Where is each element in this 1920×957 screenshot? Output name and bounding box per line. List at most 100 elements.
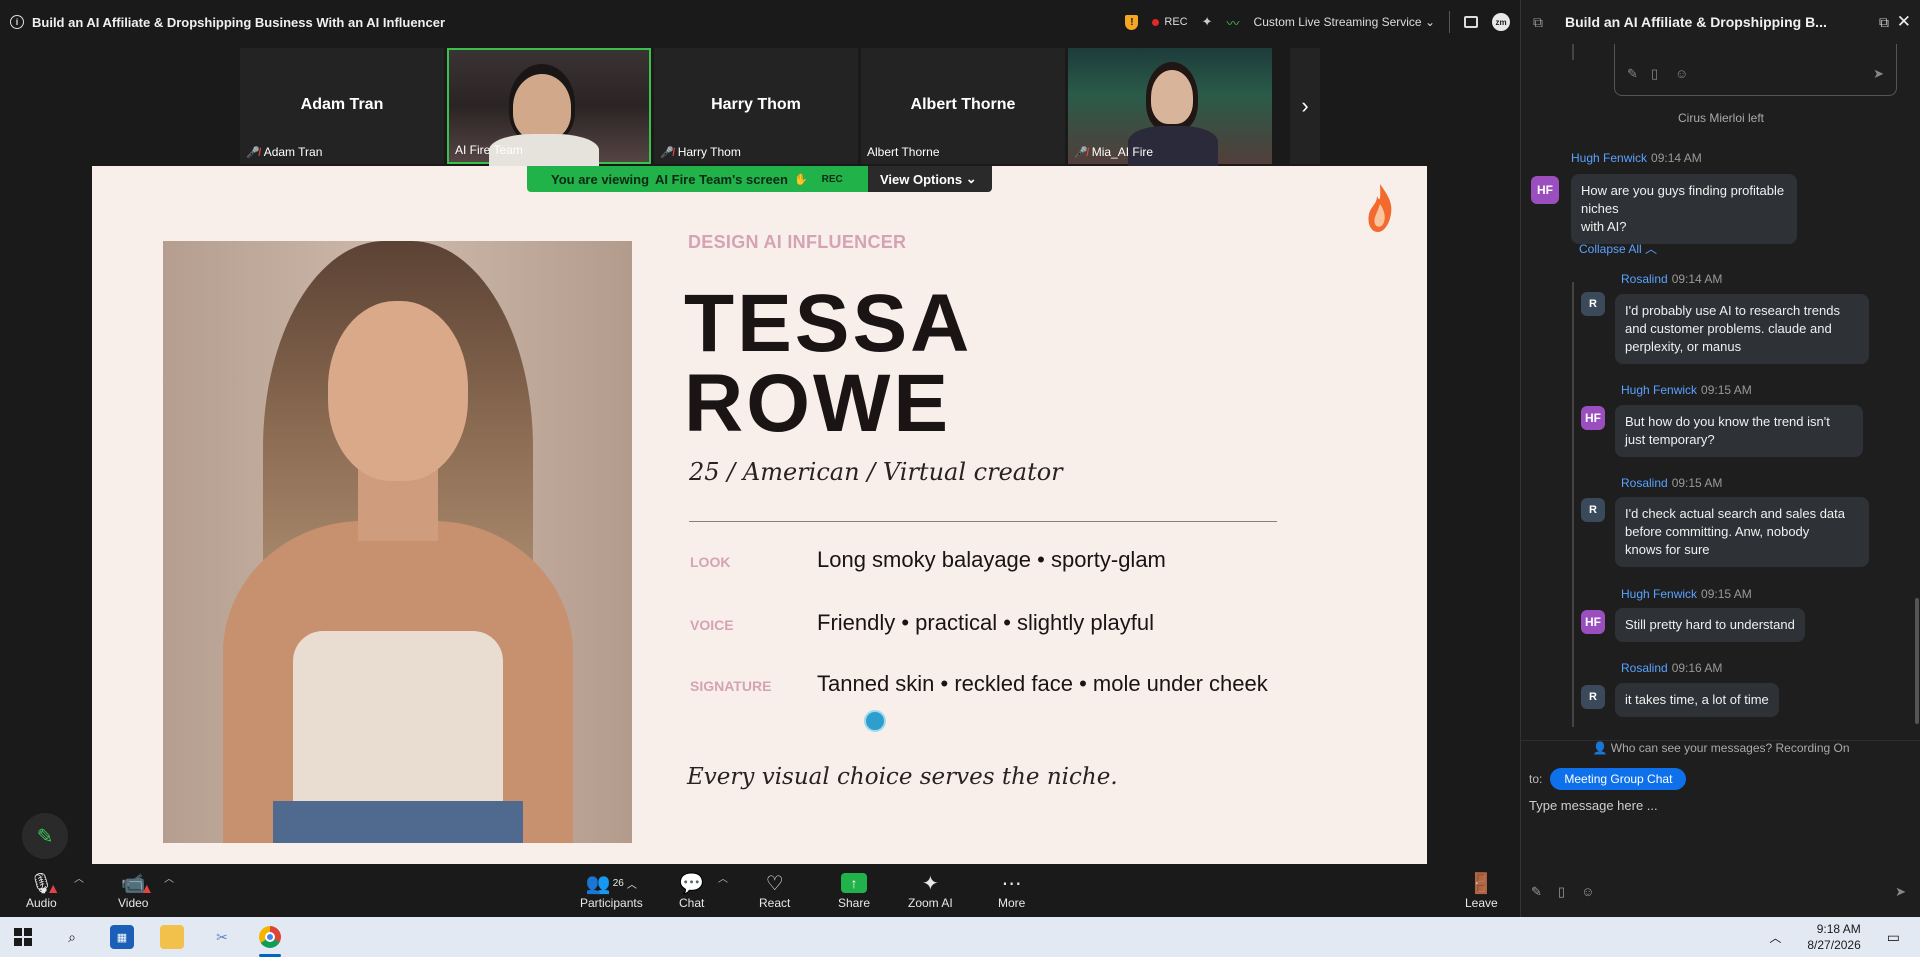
thread-reply-box[interactable]: ✎ ▯ ☺ ➤	[1614, 44, 1897, 96]
participants-button[interactable]: 👥 26 ︿ Participants	[580, 870, 643, 911]
slide-row-label: VOICE	[690, 617, 734, 633]
popout-icon[interactable]: ⧉	[1879, 14, 1889, 31]
message-bubble[interactable]: I'd probably use AI to research trends a…	[1615, 294, 1869, 364]
video-button[interactable]: 📹 ▲ Video	[118, 870, 154, 911]
chat-bubble-icon: 💬	[679, 872, 705, 895]
more-button[interactable]: ⋯ More	[998, 870, 1025, 911]
chat-title: Build an AI Affiliate & Dropshipping B..…	[1565, 14, 1827, 30]
who-can-see-link[interactable]: 👤 Who can see your messages? Recording O…	[1521, 740, 1920, 755]
view-options-dropdown[interactable]: View Options ⌄	[868, 166, 992, 192]
meeting-controls-toolbar: 🎙 ▲ Audio ︿ 📹 ▲ Video ︿ 👥 26 ︿ Participants …	[0, 864, 1520, 917]
participant-name-tag: AI Fire Team	[455, 143, 523, 157]
notification-icon[interactable]: ▭	[1887, 929, 1900, 946]
message-line: Still pretty hard to understand	[1625, 617, 1795, 632]
zoom-ai-button[interactable]: ✦ Zoom AI	[908, 870, 953, 911]
message-bubble[interactable]: I'd check actual search and sales data b…	[1615, 497, 1869, 567]
message-line: with AI?	[1581, 219, 1627, 234]
system-tray: ︿ 9:18 AM 8/27/2026 ▭	[1769, 921, 1900, 953]
chat-scrollbar[interactable]	[1915, 598, 1919, 724]
snipping-tool-icon[interactable]: ✂	[210, 925, 234, 949]
chat-label: Chat	[679, 896, 705, 910]
participant-name: Adam Tran	[263, 145, 323, 159]
sender-name: Hugh Fenwick	[1621, 383, 1698, 397]
rec-label: REC	[1164, 16, 1188, 28]
security-shield-icon[interactable]: !	[1125, 14, 1139, 30]
message-line: and customer problems. claude and	[1625, 321, 1832, 336]
chat-button[interactable]: 💬 Chat	[679, 870, 705, 911]
recording-indicator[interactable]: REC	[1152, 16, 1188, 28]
participant-name-tag: Albert Thorne	[867, 145, 940, 159]
annotate-pen-icon[interactable]: ✎	[22, 813, 68, 859]
recipient-row: to: Meeting Group Chat	[1529, 768, 1687, 790]
participant-center-name: Adam Tran	[300, 96, 384, 113]
audio-options-caret-icon[interactable]: ︿	[74, 870, 84, 885]
message-input[interactable]: Type message here ...	[1529, 798, 1658, 813]
influencer-portrait-image	[163, 241, 632, 843]
leave-button[interactable]: 🚪 Leave	[1465, 870, 1498, 911]
sender-name: Rosalind	[1621, 661, 1668, 675]
message-line: I'd probably use AI to research trends	[1625, 303, 1840, 318]
mic-muted-icon: 🎤̸	[1074, 146, 1088, 159]
format-icon[interactable]: ✎	[1627, 66, 1638, 82]
close-icon[interactable]: ✕	[1897, 12, 1911, 32]
brand-flame-icon	[1368, 184, 1392, 232]
live-stream-label: Custom Live Streaming Service	[1253, 15, 1422, 29]
sender-name: Hugh Fenwick	[1571, 151, 1648, 165]
message-bubble[interactable]: Still pretty hard to understand	[1615, 608, 1805, 642]
slide-name-line1: TESSA	[684, 278, 973, 369]
microsoft-store-icon[interactable]: ▦	[110, 925, 134, 949]
live-stream-dropdown[interactable]: Custom Live Streaming Service ⌄	[1254, 15, 1435, 29]
file-icon[interactable]: ▯	[1558, 884, 1565, 900]
message-bubble[interactable]: it takes time, a lot of time	[1615, 683, 1779, 717]
audio-button[interactable]: 🎙 ▲ Audio	[26, 870, 60, 911]
chat-options-caret-icon[interactable]: ︿	[718, 870, 728, 885]
emoji-icon[interactable]: ☺	[1675, 66, 1688, 81]
slide-row-label: SIGNATURE	[690, 678, 772, 694]
share-button[interactable]: ↑ Share	[838, 870, 870, 910]
participant-tile[interactable]: Albert Thorne Albert Thorne	[861, 48, 1065, 164]
participant-tile[interactable]: Harry Thom 🎤̸ Harry Thom	[654, 48, 858, 164]
sender-name: Rosalind	[1621, 272, 1668, 286]
view-layout-icon[interactable]	[1464, 16, 1478, 28]
message-time: 09:15 AM	[1701, 587, 1752, 601]
slide-eyebrow: DESIGN AI INFLUENCER	[688, 232, 907, 252]
file-icon[interactable]: ▯	[1651, 66, 1658, 82]
search-icon[interactable]: ⌕	[60, 925, 84, 949]
video-options-caret-icon[interactable]: ︿	[164, 870, 174, 885]
remote-control-icon: ✋	[793, 173, 808, 186]
message-sender: Rosalind 09:16 AM	[1621, 661, 1722, 675]
ai-companion-icon[interactable]: ✦	[1202, 14, 1213, 30]
participant-name-tag: 🎤̸ Harry Thom	[660, 145, 741, 159]
live-stream-icon: 〰	[1226, 15, 1240, 31]
chrome-icon[interactable]	[258, 925, 282, 949]
send-icon[interactable]: ➤	[1895, 884, 1906, 900]
info-icon[interactable]: i	[10, 15, 24, 29]
slide-row-label: LOOK	[690, 554, 731, 570]
participant-name-tag: 🎤̸ Adam Tran	[246, 145, 322, 159]
message-bubble[interactable]: How are you guys finding profitable nich…	[1571, 174, 1797, 244]
participant-tile[interactable]: Adam Tran 🎤̸ Adam Tran	[240, 48, 444, 164]
windows-start-icon[interactable]	[14, 928, 32, 946]
react-button[interactable]: ♡ React	[759, 870, 790, 911]
slide-row-value: Long smoky balayage • sporty-glam	[817, 547, 1166, 572]
video-person-face	[1151, 70, 1193, 124]
emoji-icon[interactable]: ☺	[1581, 884, 1594, 900]
participant-name: Mia_AI Fire	[1091, 145, 1154, 159]
recipient-dropdown[interactable]: Meeting Group Chat	[1550, 768, 1687, 790]
format-icon[interactable]: ✎	[1531, 884, 1542, 900]
file-explorer-icon[interactable]	[160, 925, 184, 949]
message-bubble[interactable]: But how do you know the trend isn't just…	[1615, 405, 1863, 457]
participant-tile[interactable]: 🎤̸ Mia_AI Fire	[1068, 48, 1272, 166]
taskbar-clock[interactable]: 9:18 AM 8/27/2026	[1807, 921, 1860, 953]
leave-label: Leave	[1465, 896, 1498, 910]
participants-label: Participants	[580, 896, 643, 910]
tray-overflow-chevron-icon[interactable]: ︿	[1769, 929, 1781, 946]
collapse-all-link[interactable]: Collapse All ︿	[1579, 240, 1657, 257]
participant-tile-active-speaker[interactable]: AI Fire Team	[447, 48, 651, 174]
viewing-screen-bar: You are viewing AI Fire Team's screen ✋ …	[527, 166, 992, 192]
chat-threads-icon[interactable]: ⧉	[1533, 14, 1543, 31]
thread-line	[1572, 44, 1574, 60]
send-icon[interactable]: ➤	[1873, 66, 1884, 82]
zoom-meeting-window: i Build an AI Affiliate & Dropshipping B…	[0, 0, 1520, 917]
strip-next-arrow-icon[interactable]: ›	[1290, 48, 1320, 164]
